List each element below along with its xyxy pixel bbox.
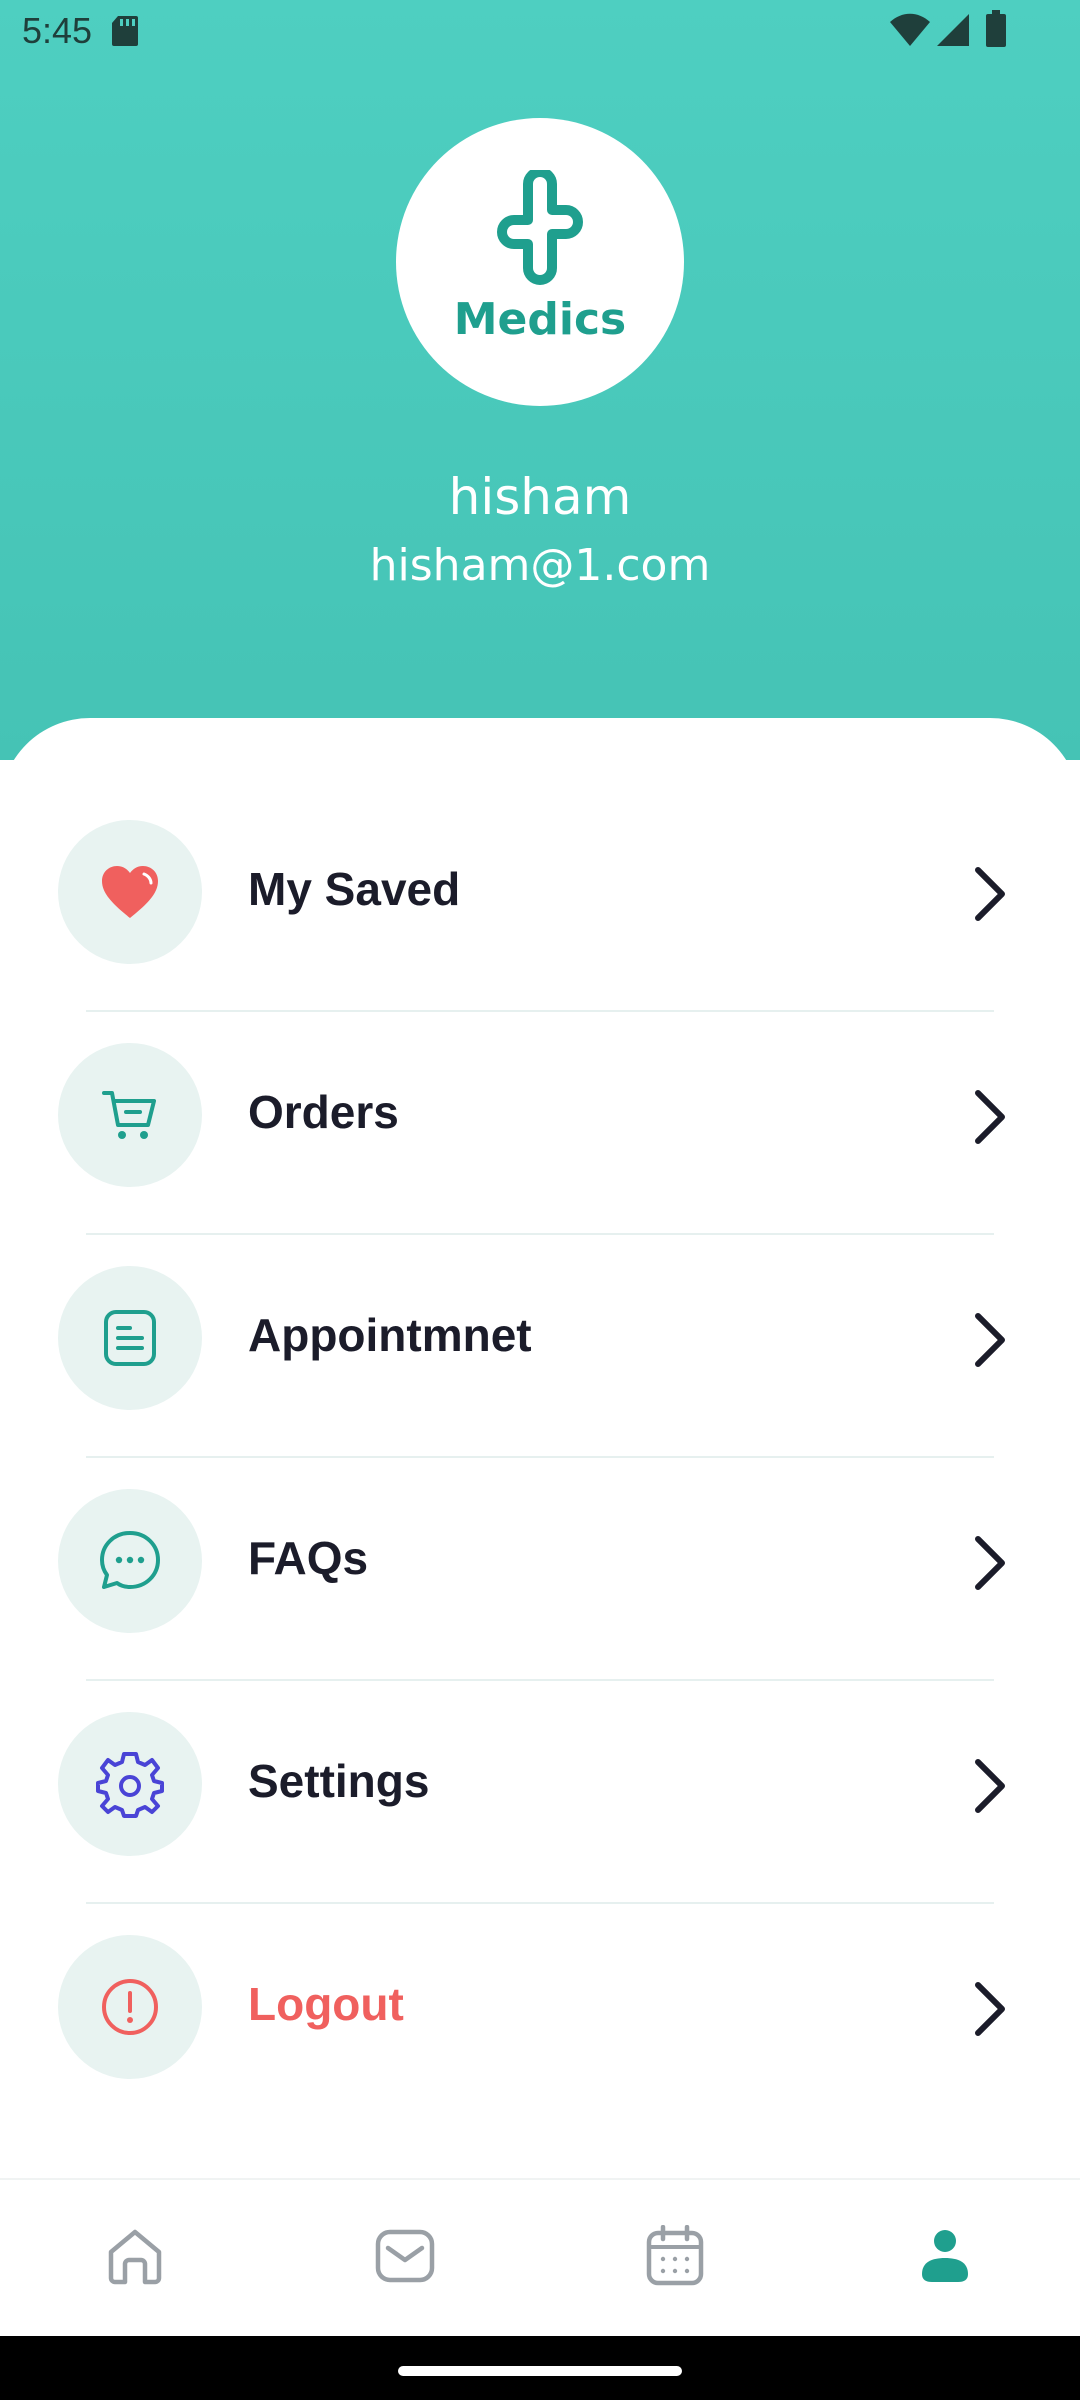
menu-item-orders[interactable]: Orders (0, 1021, 1080, 1244)
menu-item-my-saved[interactable]: My Saved (0, 798, 1080, 1021)
battery-icon (985, 10, 1007, 53)
chevron-right-icon (970, 1756, 1010, 1821)
mail-icon (374, 2228, 436, 2289)
menu-label-settings: Settings (248, 1755, 430, 1807)
chevron-right-icon (970, 1979, 1010, 2044)
bottom-navigation (0, 2178, 1080, 2338)
medical-cross-icon (478, 167, 602, 299)
chevron-right-icon (970, 1087, 1010, 1152)
alert-icon (58, 1935, 202, 2079)
system-navigation-bar (0, 2336, 1080, 2400)
nav-messages[interactable] (365, 2218, 445, 2298)
cart-icon (58, 1043, 202, 1187)
status-bar: 5:45 (0, 0, 1080, 64)
menu-label-appointment: Appointmnet (248, 1309, 532, 1361)
divider (86, 1233, 994, 1235)
heart-icon (58, 820, 202, 964)
document-icon (58, 1266, 202, 1410)
menu-sheet: My Saved Orders Appointmnet FAQs Setting… (0, 718, 1080, 2178)
divider (86, 1679, 994, 1681)
profile-email: hisham@1.com (369, 540, 711, 591)
calendar-icon (645, 2224, 705, 2292)
profile-name: hisham (448, 468, 632, 526)
menu-label-logout: Logout (248, 1978, 404, 2030)
sd-card-icon (110, 14, 140, 53)
gear-icon (58, 1712, 202, 1856)
profile-icon (920, 2228, 970, 2289)
menu-item-appointment[interactable]: Appointmnet (0, 1244, 1080, 1467)
home-gesture-handle[interactable] (398, 2366, 682, 2376)
divider (86, 1902, 994, 1904)
home-icon (105, 2226, 165, 2291)
menu-item-logout[interactable]: Logout (0, 1913, 1080, 2136)
chevron-right-icon (970, 1310, 1010, 1375)
nav-profile[interactable] (905, 2218, 985, 2298)
profile-header: 5:45 Medics hisham hisham@1.com (0, 0, 1080, 760)
app-logo: Medics (396, 118, 684, 406)
signal-icon (935, 12, 971, 53)
menu-item-settings[interactable]: Settings (0, 1690, 1080, 1913)
menu-label-my-saved: My Saved (248, 863, 461, 915)
menu-item-faqs[interactable]: FAQs (0, 1467, 1080, 1690)
status-time: 5:45 (22, 10, 93, 51)
divider (86, 1010, 994, 1012)
wifi-icon (888, 12, 932, 53)
menu-label-orders: Orders (248, 1086, 399, 1138)
chat-icon (58, 1489, 202, 1633)
nav-calendar[interactable] (635, 2218, 715, 2298)
divider (86, 1456, 994, 1458)
menu-label-faqs: FAQs (248, 1532, 369, 1584)
nav-home[interactable] (95, 2218, 175, 2298)
chevron-right-icon (970, 1533, 1010, 1598)
logo-text: Medics (453, 294, 627, 345)
chevron-right-icon (970, 864, 1010, 929)
